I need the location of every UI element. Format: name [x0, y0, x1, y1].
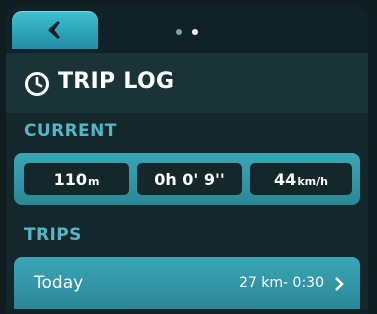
- trip-name: Today: [34, 273, 84, 293]
- page-dot-active: [192, 29, 198, 35]
- speed-unit: km/h: [297, 175, 328, 188]
- back-button[interactable]: [12, 11, 98, 49]
- clock-icon: [25, 72, 49, 96]
- speed-value: 44: [274, 170, 297, 189]
- page-title: TRIP LOG: [58, 69, 175, 94]
- page-indicator: [176, 29, 198, 35]
- speed-stat: 44 km/h: [250, 163, 352, 195]
- title-header: TRIP LOG: [6, 53, 368, 113]
- page-dot: [176, 29, 182, 35]
- trip-summary: 27 km- 0:30: [239, 275, 324, 291]
- back-arrow-icon: [48, 20, 60, 40]
- chevron-right-icon: [335, 277, 344, 291]
- current-section-label: CURRENT: [24, 121, 117, 141]
- duration-value: 0h 0' 9'': [154, 170, 225, 189]
- duration-stat: 0h 0' 9'': [137, 163, 242, 195]
- distance-value: 110: [53, 170, 87, 189]
- trips-section-label: TRIPS: [24, 225, 82, 245]
- bottom-edge: [6, 309, 368, 314]
- distance-unit: m: [87, 175, 100, 188]
- distance-stat: 110 m: [24, 163, 129, 195]
- top-bar: [6, 5, 368, 53]
- trip-row-today[interactable]: Today 27 km- 0:30: [14, 257, 360, 309]
- current-stats-panel: 110 m 0h 0' 9'' 44 km/h: [14, 153, 360, 205]
- trip-log-screen: TRIP LOG CURRENT 110 m 0h 0' 9'' 44 km/h…: [6, 5, 368, 314]
